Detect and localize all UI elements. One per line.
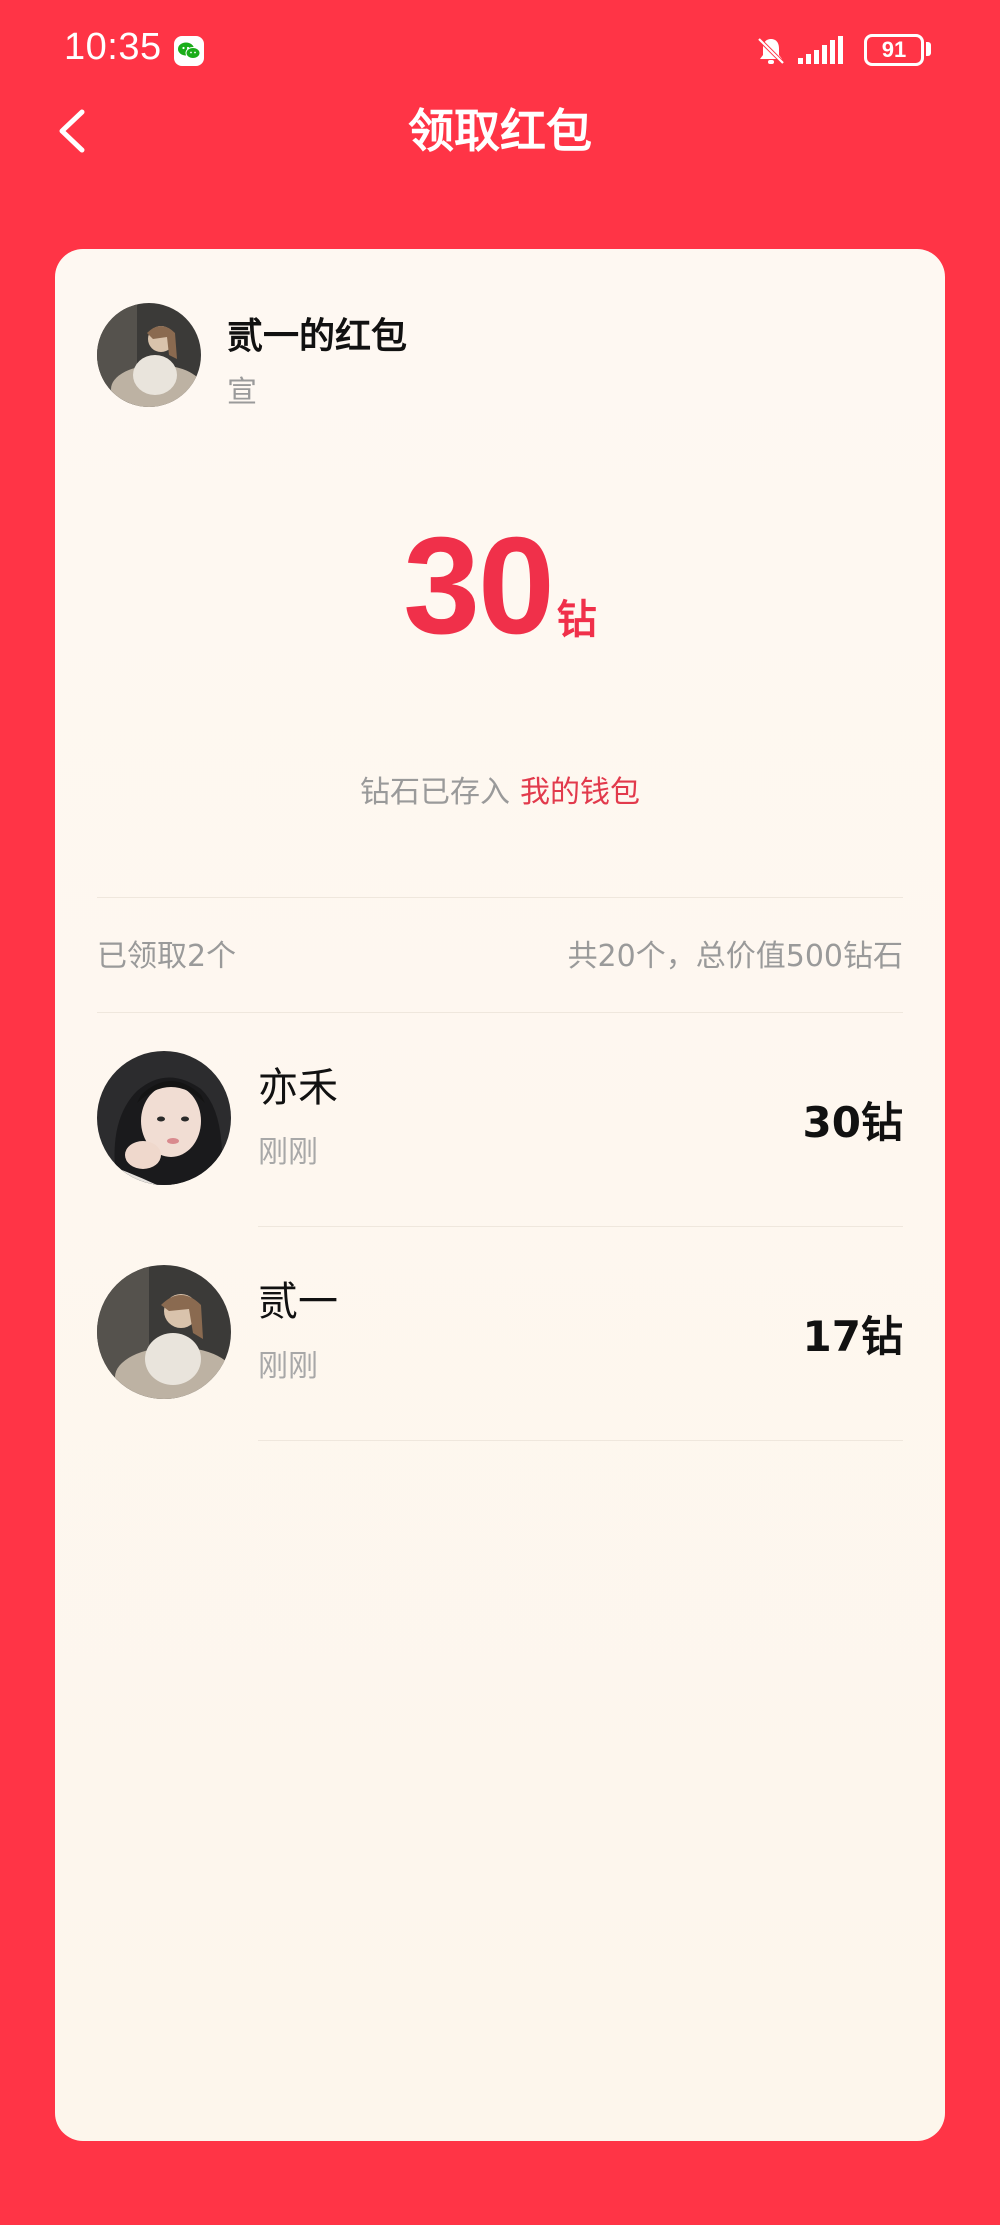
record-time: 刚刚 [258, 1135, 318, 1170]
signal-icon [796, 34, 856, 72]
my-wallet-link[interactable]: 我的钱包 [520, 775, 640, 810]
status-time: 10:35 [64, 26, 162, 68]
sender-subtitle: 宣 [227, 375, 257, 410]
amount-value: 30 [403, 509, 554, 663]
record-name: 贰一 [258, 1279, 338, 1325]
record-amount: 17钻 [802, 1312, 903, 1361]
sender-title: 贰一的红包 [227, 316, 408, 357]
total-summary: 共20个，总价值500钻石 [567, 939, 903, 974]
bell-off-icon [754, 34, 788, 72]
record-amount: 30钻 [802, 1098, 903, 1147]
battery-icon: 91 [864, 34, 924, 66]
chevron-left-icon [59, 109, 85, 153]
wallet-note: 钻石已存入 我的钱包 [55, 767, 945, 811]
back-button[interactable] [52, 106, 92, 156]
wechat-icon [174, 36, 204, 66]
received-count: 已领取2个 [97, 939, 237, 974]
page-title: 领取红包 [408, 104, 592, 158]
avatar[interactable] [97, 1265, 231, 1399]
row-divider [258, 1440, 903, 1441]
list-item: 亦禾 刚刚 30钻 [55, 1013, 945, 1227]
red-packet-card: 贰一的红包 宣 30 钻 钻石已存入 我的钱包 已领取2个 共20个，总价值500钻… [55, 249, 945, 2141]
amount-display: 30 钻 [55, 507, 945, 666]
status-bar: 10:35 91 [0, 0, 1000, 100]
record-time: 刚刚 [258, 1349, 318, 1384]
record-name: 亦禾 [258, 1065, 338, 1111]
list-item: 贰一 刚刚 17钻 [55, 1227, 945, 1441]
battery-level: 91 [881, 37, 907, 62]
wallet-note-text: 钻石已存入 [360, 775, 510, 810]
battery-tip [926, 42, 931, 56]
amount-unit: 钻 [556, 597, 597, 643]
section-divider [97, 897, 903, 898]
avatar[interactable] [97, 1051, 231, 1185]
sender-avatar[interactable] [97, 303, 201, 407]
